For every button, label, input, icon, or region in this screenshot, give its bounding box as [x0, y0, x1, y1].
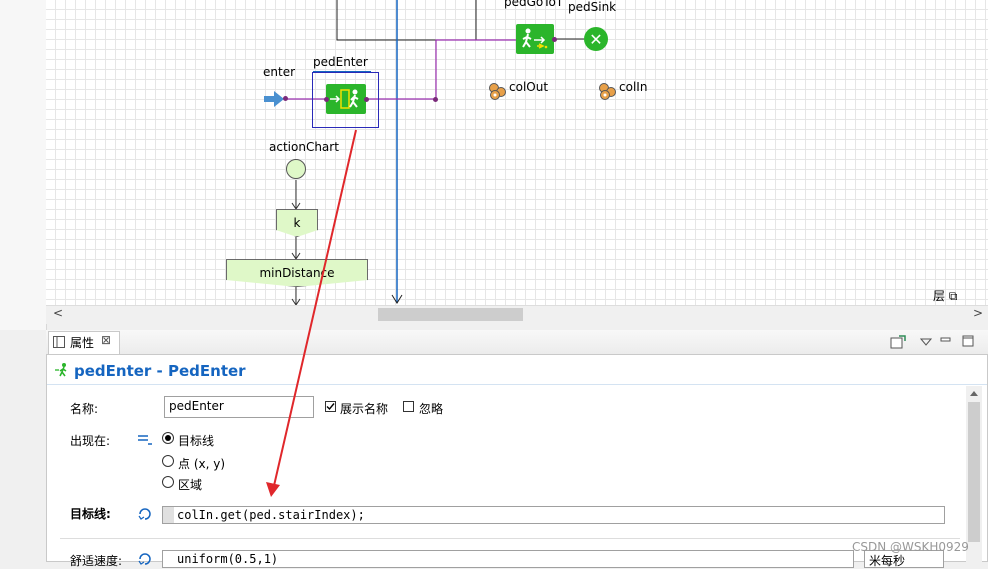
pedenter-out-port[interactable] — [364, 97, 369, 102]
tab-properties-label: 属性 — [70, 336, 95, 350]
actionchart-label: actionChart — [269, 140, 339, 154]
properties-tabbar — [46, 330, 988, 355]
pedsink-label: pedSink — [568, 0, 617, 14]
ignore-label: 忽略 — [419, 402, 444, 416]
left-gutter — [0, 0, 47, 330]
static-value-icon[interactable] — [137, 433, 153, 445]
appear-radio-targetline[interactable] — [162, 432, 174, 444]
ignore-checkbox[interactable] — [403, 401, 414, 412]
horizontal-scroll-thumb[interactable] — [378, 308, 523, 321]
maximize-icon[interactable] — [962, 335, 974, 347]
pedsink-block[interactable]: ✕ — [584, 27, 608, 51]
collection-icon — [489, 83, 506, 100]
watermark: CSDN @WSKH0929 — [852, 540, 969, 554]
speed-label: 舒适速度: — [70, 554, 123, 568]
target-label: 目标线: — [70, 507, 111, 521]
pin-view-icon[interactable] — [890, 335, 906, 349]
colin-label[interactable]: colIn — [619, 80, 647, 94]
scroll-right-button[interactable]: > — [973, 306, 983, 320]
vertical-scroll-thumb[interactable] — [968, 402, 980, 542]
enter-port[interactable] — [283, 96, 288, 101]
separator — [60, 538, 960, 539]
action-mindistance-label: minDistance — [259, 266, 335, 280]
properties-icon — [53, 336, 65, 348]
colout-label[interactable]: colOut — [509, 80, 548, 94]
actionchart-start[interactable] — [286, 159, 306, 179]
pedenter-small-icon — [55, 363, 67, 377]
model-canvas[interactable]: pedGoToT pedSink ✕ enter pedEnter colOut… — [46, 0, 988, 305]
pedenter-block[interactable] — [326, 84, 366, 114]
scroll-up-icon[interactable] — [969, 389, 979, 397]
action-k-label: k — [293, 216, 301, 230]
connector-point — [433, 97, 438, 102]
pedenter-label: pedEnter — [313, 55, 368, 69]
properties-title: pedEnter - PedEnter — [74, 362, 246, 380]
appear-label: 出现在: — [70, 434, 111, 448]
pedgotot-block[interactable] — [516, 24, 554, 54]
view-menu-icon[interactable] — [920, 337, 932, 347]
appear-option-area: 区域 — [178, 478, 203, 492]
pedgotot-out-port[interactable] — [552, 37, 557, 42]
code-gutter — [163, 507, 174, 523]
appear-option-point: 点 (x, y) — [178, 457, 226, 471]
name-input[interactable]: pedEnter — [164, 396, 314, 418]
checkmark-icon — [326, 403, 335, 411]
layer-icons[interactable]: 层 ⧉ — [933, 287, 957, 304]
minimize-icon[interactable] — [940, 337, 952, 347]
dynamic-value-icon[interactable] — [137, 551, 153, 567]
appear-radio-point[interactable] — [162, 455, 174, 467]
target-expression-input[interactable]: colIn.get(ped.stairIndex); — [162, 506, 945, 524]
enter-label: enter — [263, 65, 296, 79]
pedenter-in-port[interactable] — [324, 97, 329, 102]
dynamic-value-icon[interactable] — [137, 506, 153, 522]
appear-radio-area[interactable] — [162, 476, 174, 488]
pedestrian-goto-icon — [522, 28, 548, 49]
scroll-left-button[interactable]: < — [53, 306, 63, 320]
name-label: 名称: — [70, 402, 99, 416]
show-name-checkbox[interactable] — [325, 401, 336, 412]
collection-icon — [599, 83, 616, 100]
pedestrian-enter-icon — [330, 89, 359, 109]
close-icon: ✕ — [589, 29, 603, 49]
appear-option-targetline: 目标线 — [178, 434, 215, 448]
show-name-label: 展示名称 — [340, 402, 389, 416]
speed-expression-input[interactable]: uniform(0.5,1) — [162, 550, 854, 568]
pedgotot-label: pedGoToT — [504, 0, 564, 9]
tab-close-icon[interactable]: ⊠ — [101, 333, 111, 347]
